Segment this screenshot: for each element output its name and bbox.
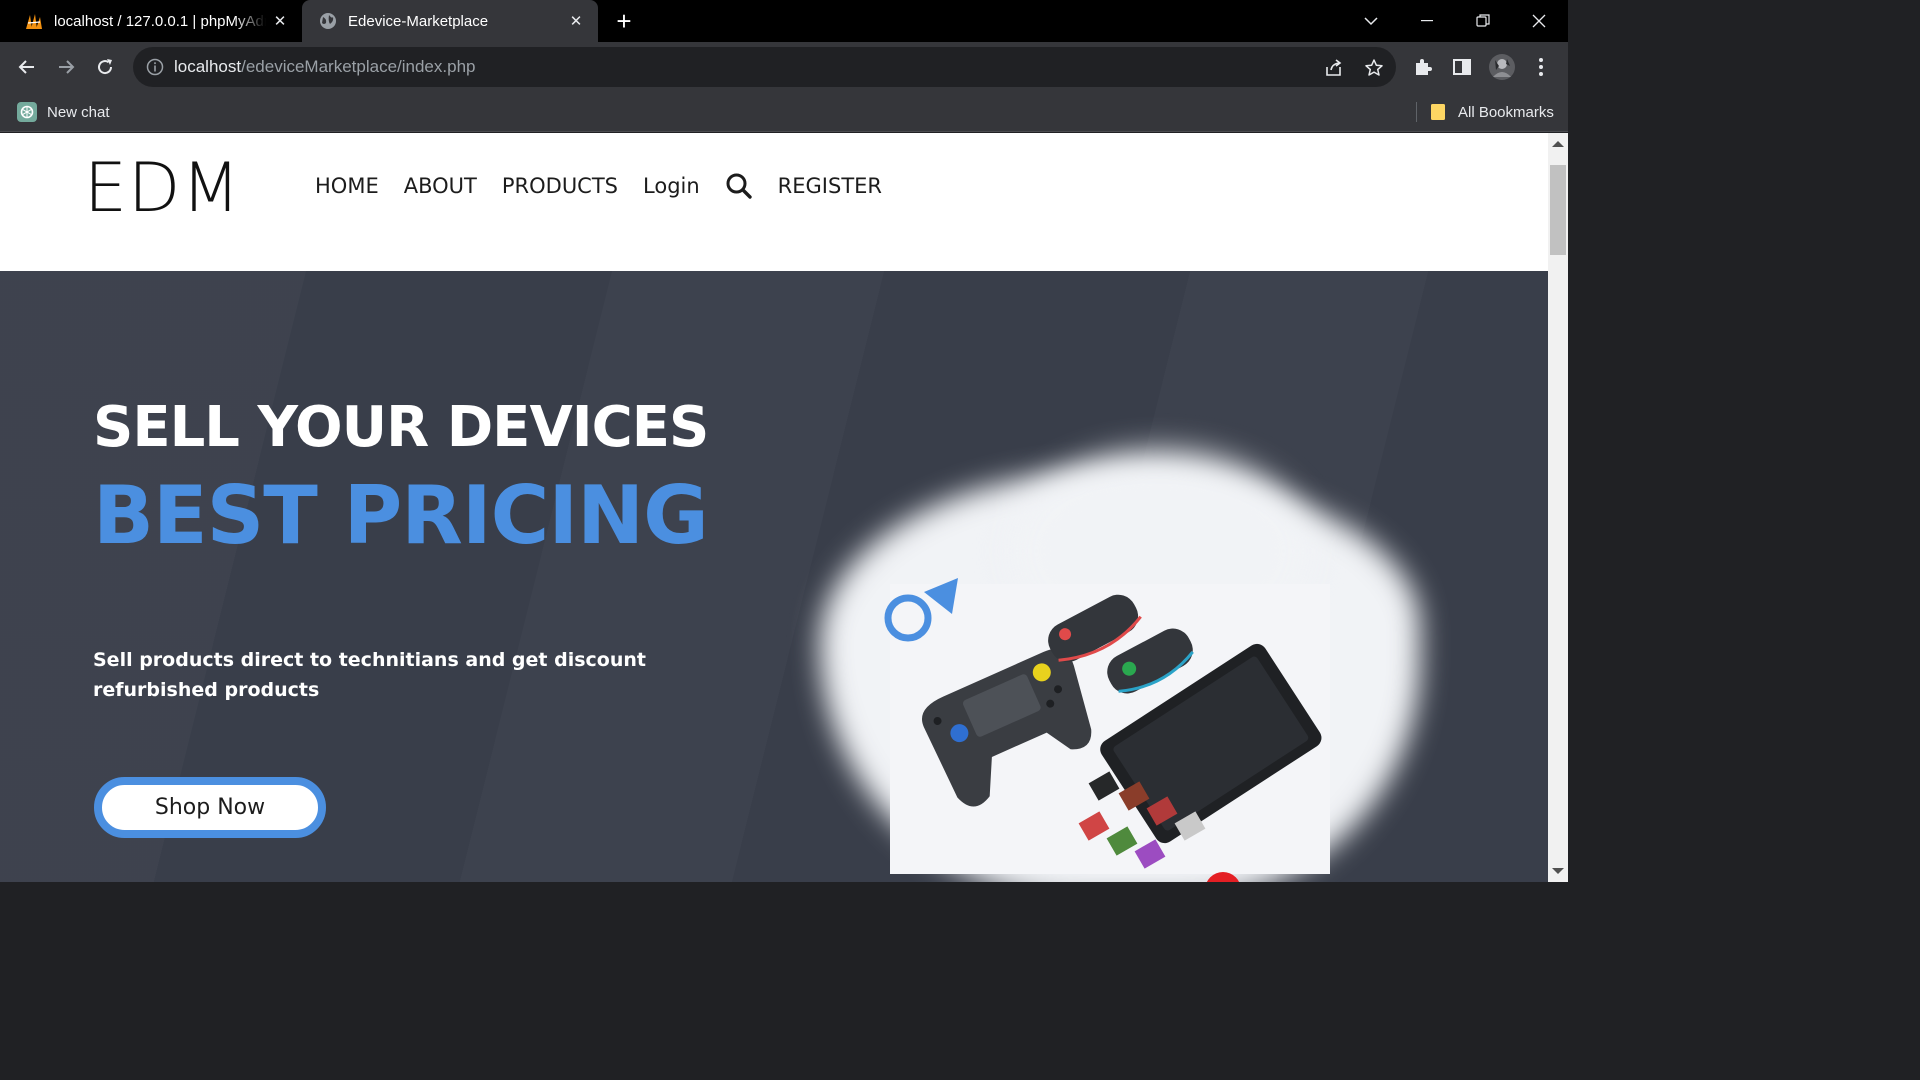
minimize-icon[interactable] (1404, 0, 1450, 42)
page-viewport: EDM HOME ABOUT PRODUCTS Login REGISTER S… (0, 133, 1548, 882)
search-icon[interactable] (725, 172, 753, 200)
forward-icon[interactable] (52, 53, 80, 81)
all-bookmarks[interactable]: All Bookmarks (1430, 100, 1554, 124)
url-path: /edeviceMarketplace/index.php (241, 57, 476, 76)
scroll-up-icon[interactable] (1552, 141, 1564, 147)
bookmark-new-chat[interactable]: New chat (17, 100, 110, 124)
extensions-icon[interactable] (1411, 55, 1435, 79)
url-text: localhost/edeviceMarketplace/index.php (174, 57, 475, 77)
bookmark-label: New chat (47, 103, 110, 121)
chatgpt-icon (17, 102, 37, 122)
share-icon[interactable] (1323, 57, 1345, 79)
browser-toolbar: localhost/edeviceMarketplace/index.php (0, 42, 1568, 92)
main-nav: HOME ABOUT PRODUCTS Login REGISTER (315, 171, 907, 201)
close-icon[interactable]: ✕ (270, 11, 290, 31)
hero-section: SELL YOUR DEVICES BEST PRICING Sell prod… (0, 271, 1548, 882)
site-header: EDM HOME ABOUT PRODUCTS Login REGISTER (0, 133, 1548, 271)
profile-avatar[interactable] (1489, 54, 1515, 80)
tab-title: localhost / 127.0.0.1 | phpMyAdmin (54, 12, 266, 30)
tab-title: Edevice-Marketplace (348, 12, 489, 30)
bookmark-star-icon[interactable] (1363, 57, 1385, 79)
nav-products[interactable]: PRODUCTS (502, 174, 618, 198)
nav-home[interactable]: HOME (315, 174, 379, 198)
tab-strip: localhost / 127.0.0.1 | phpMyAdmin ✕ Ede… (0, 0, 1568, 42)
scrollbar-thumb[interactable] (1550, 165, 1566, 255)
nav-login[interactable]: Login (643, 174, 700, 198)
reload-icon[interactable] (91, 53, 119, 81)
shop-now-button[interactable]: Shop Now (94, 777, 326, 838)
tab-search-chevron-icon[interactable] (1348, 0, 1394, 42)
side-panel-icon[interactable] (1450, 55, 1474, 79)
menu-kebab-icon[interactable] (1529, 55, 1553, 79)
hero-subheading: BEST PRICING (93, 469, 709, 562)
phpmyadmin-icon (24, 11, 44, 31)
restore-icon[interactable] (1460, 0, 1506, 42)
bookmarks-divider (1416, 102, 1417, 122)
close-icon[interactable]: ✕ (566, 11, 586, 31)
bookmarks-bar: New chat All Bookmarks (0, 92, 1568, 132)
nav-register[interactable]: REGISTER (778, 174, 882, 198)
tab-phpmyadmin[interactable]: localhost / 127.0.0.1 | phpMyAdmin ✕ (0, 0, 302, 42)
globe-icon (318, 11, 338, 31)
nav-about[interactable]: ABOUT (404, 174, 477, 198)
hero-heading: SELL YOUR DEVICES (93, 395, 709, 460)
scroll-down-icon[interactable] (1552, 868, 1564, 874)
page-scrollbar[interactable] (1548, 133, 1568, 882)
hero-description: Sell products direct to technitians and … (93, 649, 646, 701)
new-tab-button[interactable]: + (610, 7, 638, 35)
close-window-icon[interactable] (1516, 0, 1562, 42)
tab-edevice-marketplace[interactable]: Edevice-Marketplace ✕ (302, 0, 598, 42)
back-icon[interactable] (13, 53, 41, 81)
site-info-icon[interactable] (146, 58, 164, 76)
address-bar[interactable]: localhost/edeviceMarketplace/index.php (133, 47, 1396, 87)
bookmark-label: All Bookmarks (1458, 103, 1554, 121)
site-logo[interactable]: EDM (84, 149, 241, 228)
folder-icon (1430, 103, 1448, 121)
nintendo-switch-image (884, 578, 1330, 874)
url-host: localhost (174, 57, 242, 76)
